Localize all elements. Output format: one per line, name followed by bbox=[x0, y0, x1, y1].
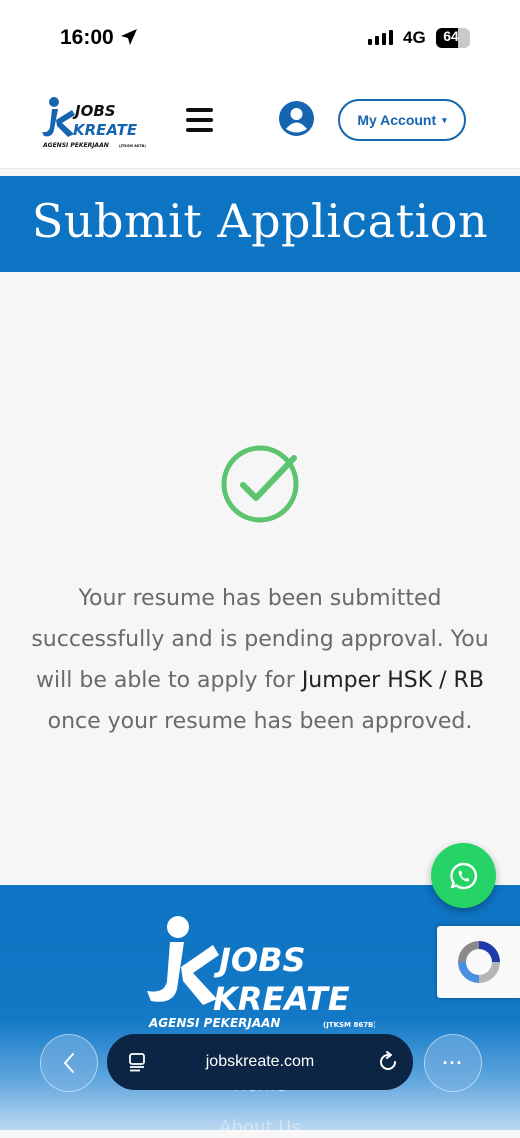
location-arrow-icon bbox=[121, 29, 137, 45]
signal-icon bbox=[368, 30, 393, 45]
page-title-banner: Submit Application bbox=[0, 176, 520, 272]
hamburger-menu-icon[interactable] bbox=[186, 108, 213, 132]
footer-logo-tagline: AGENSI PEKERJAAN bbox=[148, 1016, 280, 1030]
job-title: Jumper HSK / RB bbox=[301, 668, 484, 693]
page-title: Submit Application bbox=[31, 194, 489, 248]
my-account-button[interactable]: My Account ▾ bbox=[338, 99, 466, 141]
recaptcha-icon bbox=[457, 941, 500, 983]
chevron-left-icon bbox=[64, 1053, 74, 1073]
browser-address-bar[interactable]: jobskreate.com bbox=[107, 1034, 413, 1090]
footer-logo-jobs: JOBS bbox=[213, 941, 306, 979]
whatsapp-button[interactable] bbox=[431, 843, 496, 908]
logo-kreate: KREATE bbox=[73, 121, 138, 139]
site-footer: JOBS KREATE AGENSI PEKERJAAN (JTKSM 867B… bbox=[0, 885, 520, 1138]
jobskreate-footer-logo[interactable]: JOBS KREATE AGENSI PEKERJAAN (JTKSM 867B… bbox=[145, 915, 375, 1033]
battery-icon: 64 bbox=[436, 28, 470, 48]
recaptcha-badge[interactable] bbox=[437, 926, 520, 998]
site-header: JOBS KREATE AGENSI PEKERJAAN (JTKSM 867B… bbox=[0, 70, 520, 169]
status-bar: 16:00 4G 64 bbox=[0, 0, 520, 70]
success-message: Your resume has been submitted successfu… bbox=[20, 578, 500, 742]
network-type: 4G bbox=[403, 28, 426, 47]
my-account-label: My Account bbox=[357, 112, 437, 128]
footer-link-about[interactable]: About Us bbox=[0, 1117, 520, 1138]
browser-url: jobskreate.com bbox=[205, 1053, 315, 1070]
more-icon[interactable]: ··· bbox=[424, 1034, 482, 1092]
check-circle-icon bbox=[221, 445, 299, 523]
whatsapp-icon bbox=[449, 862, 477, 889]
footer-logo-kreate: KREATE bbox=[213, 980, 350, 1018]
reload-icon[interactable] bbox=[377, 1051, 399, 1073]
logo-tagline: AGENSI PEKERJAAN bbox=[42, 142, 109, 149]
jobskreate-logo[interactable]: JOBS KREATE AGENSI PEKERJAAN (JTKSM 867B… bbox=[42, 96, 150, 152]
logo-jobs: JOBS bbox=[72, 102, 116, 120]
battery-level: 64 bbox=[443, 28, 459, 44]
footer-logo-license: (JTKSM 867B) bbox=[323, 1021, 375, 1029]
user-icon[interactable] bbox=[279, 101, 314, 136]
status-time: 16:00 bbox=[60, 26, 114, 49]
logo-license: (JTKSM 867B) bbox=[119, 144, 146, 148]
chevron-down-icon: ▾ bbox=[442, 114, 447, 125]
browser-back-button[interactable] bbox=[40, 1034, 98, 1092]
message-text-end: once your resume has been approved. bbox=[47, 709, 473, 734]
main-content: Your resume has been submitted successfu… bbox=[0, 272, 520, 885]
